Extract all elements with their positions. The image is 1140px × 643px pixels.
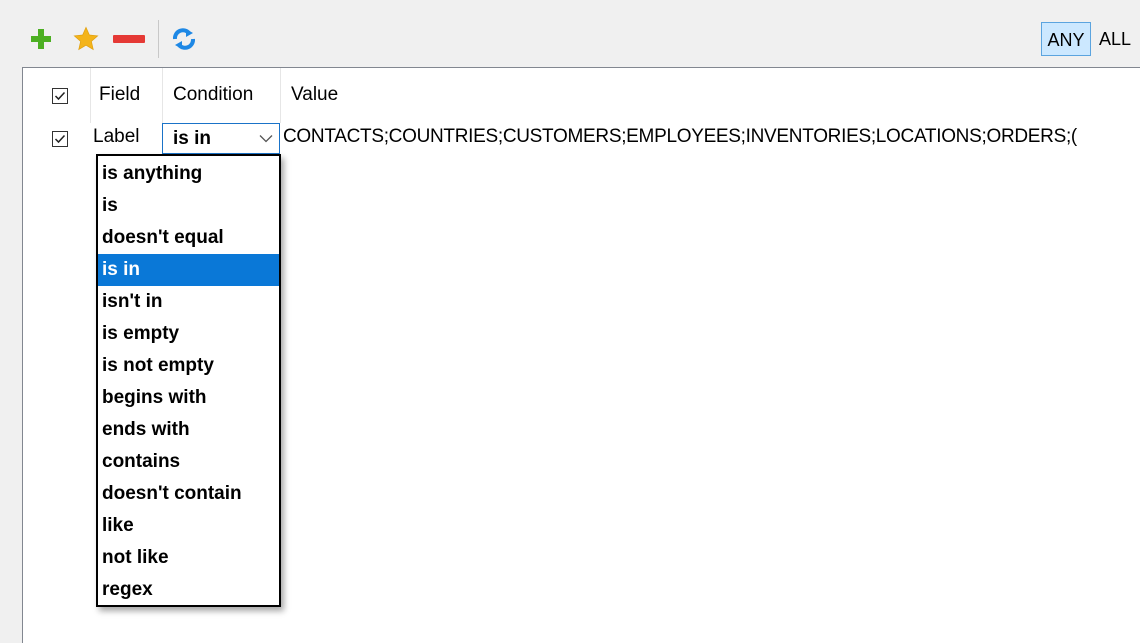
grid-header: Field Condition Value [23, 68, 1140, 123]
check-icon [54, 134, 66, 144]
option-contains[interactable]: contains [98, 446, 279, 478]
condition-combobox[interactable]: is in [162, 123, 280, 154]
plus-icon [31, 29, 51, 49]
row-field[interactable]: Label [93, 126, 140, 148]
row-value[interactable]: CONTACTS;COUNTRIES;CUSTOMERS;EMPLOYEES;I… [283, 126, 1140, 148]
option-isnt-in[interactable]: isn't in [98, 286, 279, 318]
add-filter-button[interactable] [24, 22, 58, 56]
toolbar-separator [158, 20, 159, 58]
header-checkbox[interactable] [52, 88, 68, 104]
column-separator [90, 68, 91, 123]
row-checkbox[interactable] [52, 131, 68, 147]
option-is-not-empty[interactable]: is not empty [98, 350, 279, 382]
mode-any-button[interactable]: ANY [1041, 22, 1091, 56]
column-separator [280, 68, 281, 123]
refresh-button[interactable] [167, 22, 201, 56]
header-condition[interactable]: Condition [173, 84, 253, 106]
option-regex[interactable]: regex [98, 574, 279, 606]
option-is-empty[interactable]: is empty [98, 318, 279, 350]
option-doesnt-equal[interactable]: doesn't equal [98, 222, 279, 254]
minus-icon [113, 35, 145, 43]
favorite-button[interactable] [69, 22, 103, 56]
option-begins-with[interactable]: begins with [98, 382, 279, 414]
condition-dropdown-list: is anything is doesn't equal is in isn't… [96, 154, 281, 607]
star-icon [73, 26, 99, 51]
option-is[interactable]: is [98, 190, 279, 222]
option-doesnt-contain[interactable]: doesn't contain [98, 478, 279, 510]
check-icon [54, 91, 66, 101]
option-is-in[interactable]: is in [98, 254, 279, 286]
column-separator [162, 68, 163, 123]
refresh-icon [173, 28, 195, 50]
option-is-anything[interactable]: is anything [98, 158, 279, 190]
header-value[interactable]: Value [291, 84, 338, 106]
remove-filter-button[interactable] [112, 22, 146, 56]
header-field[interactable]: Field [99, 84, 140, 106]
option-not-like[interactable]: not like [98, 542, 279, 574]
condition-value: is in [173, 128, 212, 149]
chevron-down-icon [259, 135, 273, 143]
option-ends-with[interactable]: ends with [98, 414, 279, 446]
option-like[interactable]: like [98, 510, 279, 542]
mode-all-button[interactable]: ALL [1094, 22, 1136, 56]
